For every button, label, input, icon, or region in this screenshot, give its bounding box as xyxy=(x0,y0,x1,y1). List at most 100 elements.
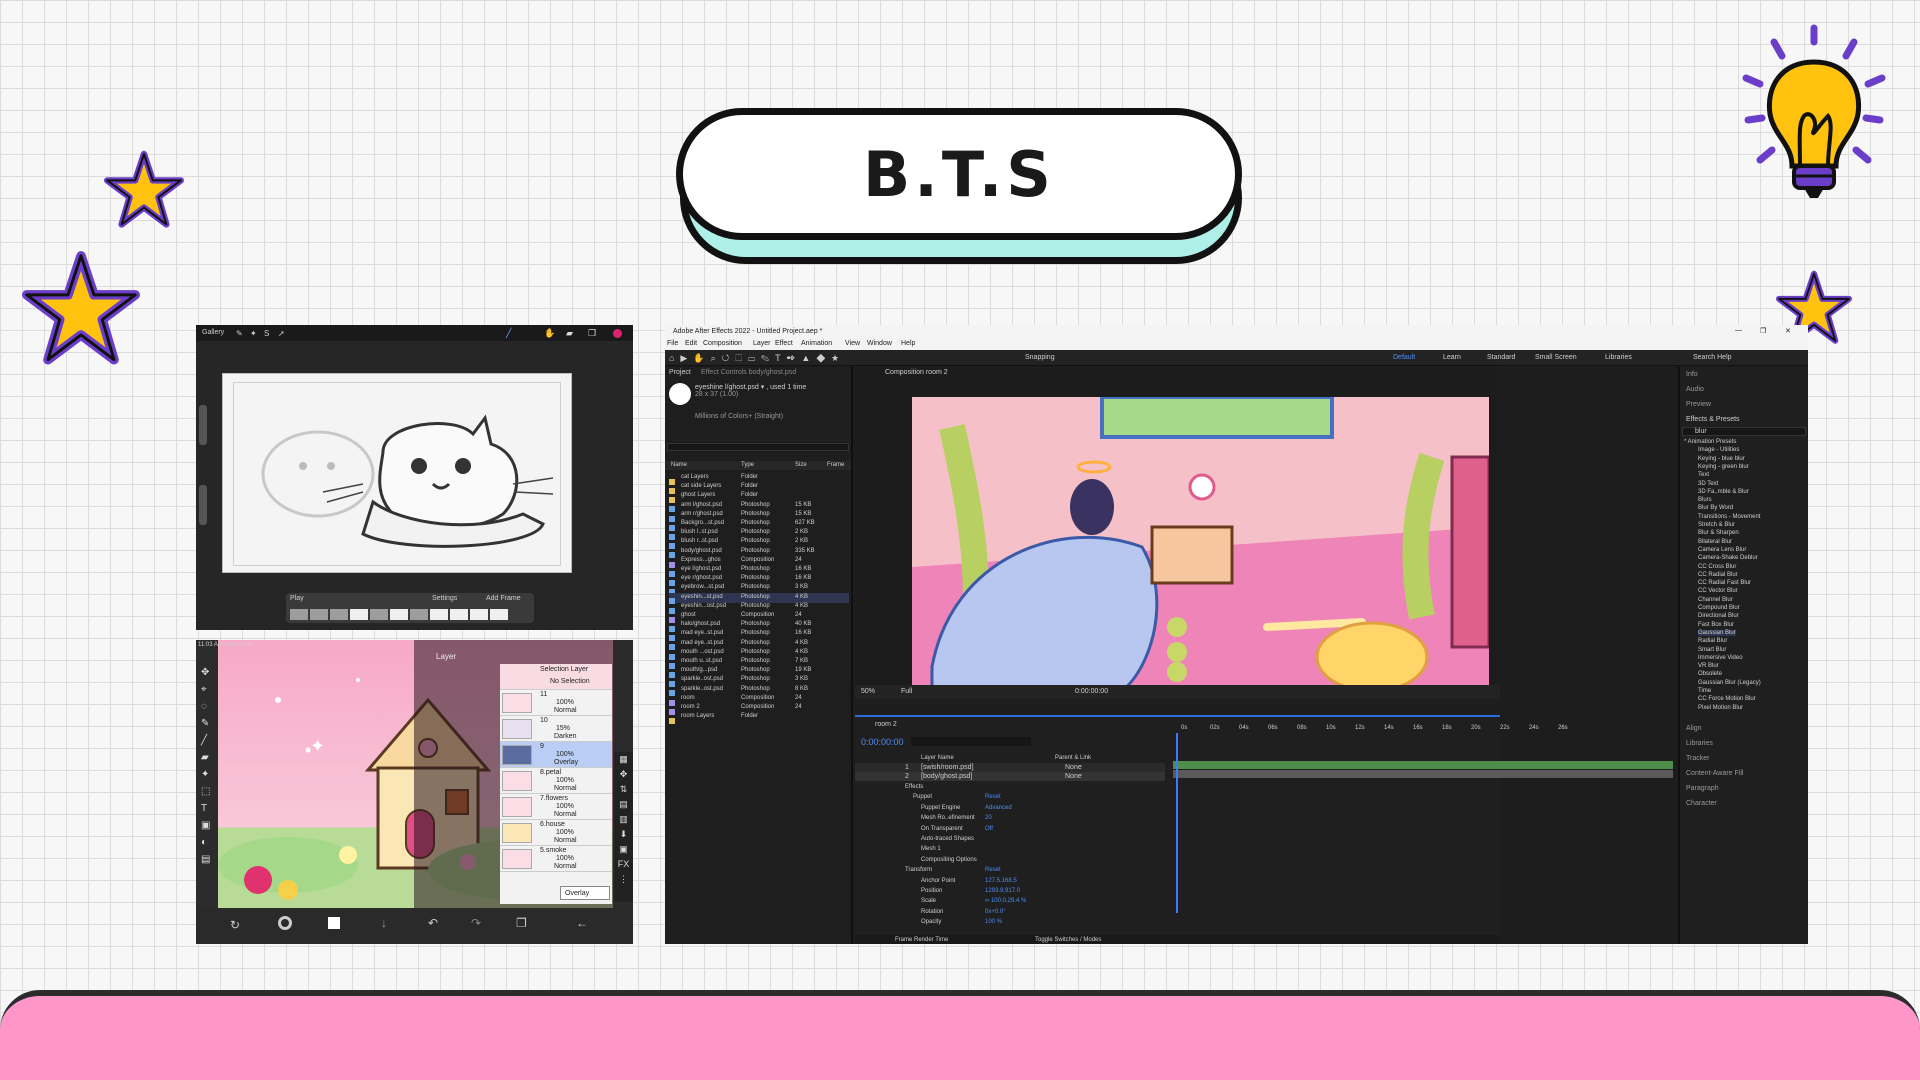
property-row[interactable]: Transform Reset xyxy=(855,866,1165,876)
frame-thumb[interactable] xyxy=(310,609,328,620)
timeline-search[interactable] xyxy=(911,737,1031,746)
download-icon[interactable]: ↓ xyxy=(381,916,387,930)
undo-icon[interactable]: ↶ xyxy=(428,916,438,930)
effect-controls-tab[interactable]: Effect Controls body/ghost.psd xyxy=(701,369,796,376)
layer-row[interactable]: 5.smoke 100% Normal xyxy=(500,846,612,872)
transform-icon[interactable]: ➚ xyxy=(278,329,285,338)
property-row[interactable]: Puppet Reset xyxy=(855,793,1165,803)
property-row[interactable]: Compositing Options xyxy=(855,856,1165,866)
gallery-button[interactable]: Gallery xyxy=(202,329,224,336)
effects-tree-item[interactable]: Gaussian Blur (Legacy) xyxy=(1698,680,1761,686)
effects-tree-item[interactable]: Blur & Sharpen xyxy=(1698,530,1739,536)
menu-file[interactable]: File xyxy=(667,340,678,347)
workspace-standard[interactable]: Standard xyxy=(1487,354,1515,361)
settings-button[interactable]: Settings xyxy=(432,595,457,602)
timeline-ruler[interactable]: 0s 02s 04s 06s 08s 10s 12s 14s 16s 18s 20s 22s 24s 26… xyxy=(1173,725,1673,733)
effects-tree-item[interactable]: Gaussian Blur xyxy=(1698,629,1736,636)
effects-search-input[interactable]: blur xyxy=(1682,427,1806,436)
property-row[interactable]: Auto-traced Shapes xyxy=(855,835,1165,845)
layer-bar[interactable] xyxy=(1173,761,1673,769)
effects-tree-item[interactable]: CC Cross Blur xyxy=(1698,564,1736,570)
effects-tree-item[interactable]: Time xyxy=(1698,688,1711,694)
brush-size-icon[interactable] xyxy=(278,916,292,930)
property-value[interactable]: Advanced xyxy=(985,805,1012,811)
frame-thumb[interactable] xyxy=(430,609,448,620)
smudge-icon[interactable]: ✋ xyxy=(544,328,555,339)
viewer-controls[interactable]: 50% Full 0:00:00:00 xyxy=(855,685,1500,699)
adjust-icon[interactable]: ✦ xyxy=(250,329,257,338)
audio-tab[interactable]: Audio xyxy=(1686,386,1704,393)
right-panel-tab[interactable]: Paragraph xyxy=(1686,785,1719,792)
property-value[interactable]: 20 xyxy=(985,815,992,821)
project-item-list[interactable]: cat Layers Folder cat side Layers Folder gho… xyxy=(665,473,851,803)
effects-tree-item[interactable]: Stretch & Blur xyxy=(1698,522,1735,528)
property-value[interactable]: Reset xyxy=(985,867,1001,873)
effects-tree-item[interactable]: 3D Text xyxy=(1698,481,1718,487)
effects-presets-tab[interactable]: Effects & Presets xyxy=(1686,416,1740,423)
right-panel-tab[interactable]: Character xyxy=(1686,800,1717,807)
effects-tree-item[interactable]: Fast Box Blur xyxy=(1698,622,1734,628)
project-tab[interactable]: Project xyxy=(669,369,691,376)
menu-effect[interactable]: Effect xyxy=(775,340,793,347)
menu-layer[interactable]: Layer xyxy=(753,340,771,347)
frame-thumb[interactable] xyxy=(330,609,348,620)
effects-tree-item[interactable]: 3D Fa..mble & Blur xyxy=(1698,489,1749,495)
effects-tree-item[interactable]: Keying - blue blur xyxy=(1698,456,1745,462)
menu-help[interactable]: Help xyxy=(901,340,915,347)
info-tab[interactable]: Info xyxy=(1686,371,1698,378)
minimize-icon[interactable]: — xyxy=(1735,327,1742,334)
property-row[interactable]: Opacity 100 % xyxy=(855,918,1165,928)
frame-thumb[interactable] xyxy=(390,609,408,620)
timeline-tab[interactable]: room 2 xyxy=(875,721,897,728)
wrench-icon[interactable]: ✎ xyxy=(236,329,243,338)
property-row[interactable]: Position 1293.9,917.0 xyxy=(855,887,1165,897)
layers-icon[interactable]: ❐ xyxy=(588,328,596,339)
property-value[interactable]: 127.5,168.5 xyxy=(985,878,1017,884)
layer-row[interactable]: 6.house 100% Normal xyxy=(500,820,612,846)
effects-tree-item[interactable]: Obsolete xyxy=(1698,671,1722,677)
playhead[interactable] xyxy=(1176,733,1178,913)
eraser-icon[interactable]: ▰ xyxy=(566,328,573,339)
ibis-bottom-bar[interactable]: ↻ ↓ ↶ ↷ ❐ ← xyxy=(196,908,633,944)
search-help[interactable]: Search Help xyxy=(1693,354,1732,361)
layer-row[interactable]: 11 100% Normal xyxy=(500,690,612,716)
layer-row[interactable]: 7.flowers 100% Normal xyxy=(500,794,612,820)
timecode[interactable]: 0:00:00:00 xyxy=(861,737,904,747)
play-button[interactable]: Play xyxy=(290,595,304,602)
property-row[interactable]: Effects xyxy=(855,783,1165,793)
layer-tool-icons[interactable]: ▦ ✥ ⇅ ▤ ▥ ⬇ ▣ FX ⋮ xyxy=(614,752,633,887)
property-row[interactable]: Mesh 1 xyxy=(855,845,1165,855)
property-value[interactable]: Reset xyxy=(985,794,1001,800)
ae-tools-toolbar[interactable]: ⌂▶✋⌕↺⬚▭✎T✒▲◆★ Snapping Default Learn Sta… xyxy=(665,350,1808,366)
frame-thumb[interactable] xyxy=(470,609,488,620)
menu-composition[interactable]: Composition xyxy=(703,340,742,347)
workspace-small-screen[interactable]: Small Screen xyxy=(1535,354,1577,361)
procreate-side-sliders[interactable] xyxy=(199,405,209,535)
project-search[interactable] xyxy=(667,443,849,451)
tool-icons[interactable]: ✥ ⌖ ◌ ✎ ╱ ▰ ✦ ⬚ T ▣ ◐ ▤ xyxy=(201,664,213,868)
project-item[interactable]: room Layers Folder xyxy=(669,712,849,724)
composition-tab[interactable]: Composition room 2 xyxy=(885,369,948,376)
workspace-learn[interactable]: Learn xyxy=(1443,354,1461,361)
frame-thumb[interactable] xyxy=(290,609,308,620)
property-value[interactable]: 1293.9,917.0 xyxy=(985,888,1020,894)
property-value[interactable]: Off xyxy=(985,826,993,832)
right-panel-tab[interactable]: Content-Aware Fill xyxy=(1686,770,1743,777)
effects-tree-item[interactable]: Directional Blur xyxy=(1698,613,1739,619)
ibis-tool-sidebar[interactable]: ✥ ⌖ ◌ ✎ ╱ ▰ ✦ ⬚ T ▣ ◐ ▤ xyxy=(196,640,218,944)
brush-icon[interactable]: ╱ xyxy=(506,328,511,339)
effects-tree-item[interactable]: Immersive Video xyxy=(1698,655,1743,661)
zoom-select[interactable]: 50% xyxy=(861,688,875,695)
frame-thumb[interactable] xyxy=(370,609,388,620)
preview-tab[interactable]: Preview xyxy=(1686,401,1711,408)
property-value[interactable]: 0x+0.0° xyxy=(985,909,1006,915)
blend-mode-select[interactable]: Overlay xyxy=(560,886,610,900)
layer-side-toolbar[interactable]: ▦ ✥ ⇅ ▤ ▥ ⬇ ▣ FX ⋮ xyxy=(614,752,633,902)
effects-tree-item[interactable]: Blur By Word xyxy=(1698,505,1733,511)
menu-edit[interactable]: Edit xyxy=(685,340,697,347)
effects-tree-item[interactable]: Compound Blur xyxy=(1698,605,1740,611)
layer-bar[interactable] xyxy=(1173,770,1673,778)
composition-viewer[interactable]: Composition room 2 xyxy=(855,367,1500,693)
effects-tree[interactable]: * Animation Presets Image - Utilities Keyi… xyxy=(1682,439,1806,717)
tool-icons[interactable]: ⌂▶✋⌕↺⬚▭✎T✒▲◆★ xyxy=(669,353,845,364)
